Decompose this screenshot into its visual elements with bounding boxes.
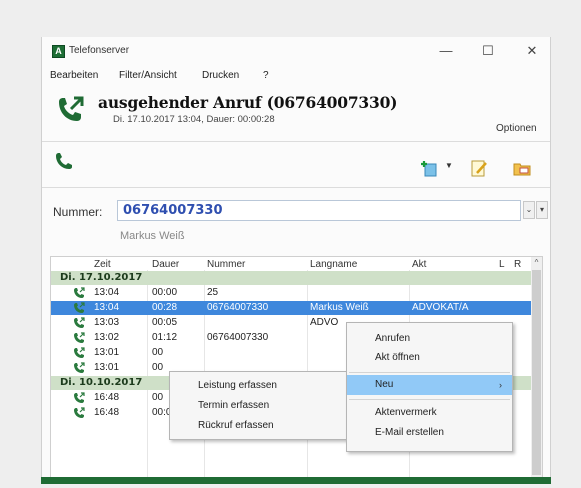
cell-langname: Markus Weiß <box>310 302 369 313</box>
menu-item-neu-label: Neu <box>375 379 394 390</box>
call-direction-icon <box>73 362 85 374</box>
cell-dauer: 00 <box>152 362 164 373</box>
menu-bearbeiten[interactable]: Bearbeiten <box>50 70 98 81</box>
dropdown-arrow-icon[interactable]: ▼ <box>445 161 453 170</box>
new-note-icon[interactable] <box>420 158 440 178</box>
app-logo-icon: A <box>52 45 65 58</box>
cell-dauer: 01:12 <box>152 332 178 343</box>
nummer-label: Nummer: <box>53 205 103 219</box>
cell-zeit: 13:03 <box>94 317 120 328</box>
divider <box>42 141 550 142</box>
column-header-dauer[interactable]: Dauer <box>152 259 179 270</box>
menu-separator <box>349 399 510 400</box>
column-header-zeit[interactable]: Zeit <box>94 259 111 270</box>
context-menu: Anrufen Akt öffnen Neu › Aktenvermerk E-… <box>346 322 513 452</box>
contact-name: Markus Weiß <box>120 230 185 242</box>
table-row-selected[interactable]: 13:04 00:28 06764007330 Markus Weiß ADVOKAT/… <box>51 301 531 315</box>
nummer-input[interactable]: 06764007330 <box>117 200 521 221</box>
divider <box>42 187 550 188</box>
call-subtitle: Di. 17.10.2017 13:04, Dauer: 00:00:28 <box>113 114 275 125</box>
table-row[interactable]: 13:04 00:00 25 <box>51 286 531 300</box>
call-direction-icon <box>73 392 85 404</box>
menu-item-aktenvermerk[interactable]: Aktenvermerk <box>347 403 512 423</box>
cell-zeit: 16:48 <box>94 407 120 418</box>
maximize-button[interactable]: ☐ <box>474 42 502 60</box>
column-header-nummer[interactable]: Nummer <box>207 259 245 270</box>
menu-item-termin-erfassen[interactable]: Termin erfassen <box>170 396 348 416</box>
menu-item-rueckruf-erfassen[interactable]: Rückruf erfassen <box>170 416 348 436</box>
cell-nummer: 25 <box>207 287 219 298</box>
menu-filter-ansicht[interactable]: Filter/Ansicht <box>119 70 177 81</box>
cell-dauer: 00:00 <box>152 287 178 298</box>
cell-dauer: 00 <box>152 392 164 403</box>
column-header-l[interactable]: L <box>499 259 505 270</box>
cell-akt: ADVOKAT/A <box>412 302 469 313</box>
cell-zeit: 13:04 <box>94 287 120 298</box>
cell-zeit: 13:01 <box>94 347 120 358</box>
column-header-langname[interactable]: Langname <box>310 259 357 270</box>
menu-item-neu[interactable]: Neu › <box>347 375 512 395</box>
window-title: Telefonserver <box>69 45 130 56</box>
menu-item-leistung-erfassen[interactable]: Leistung erfassen <box>170 376 348 396</box>
cell-dauer: 00:28 <box>152 302 178 313</box>
menu-item-email-erstellen[interactable]: E-Mail erstellen <box>347 423 512 443</box>
call-direction-icon <box>73 332 85 344</box>
column-header-r[interactable]: R <box>514 259 521 270</box>
bottom-accent-bar <box>41 477 551 484</box>
minimize-button[interactable]: — <box>432 42 460 60</box>
options-link[interactable]: Optionen <box>496 123 537 134</box>
nummer-menu-button[interactable]: ▾ <box>536 201 548 219</box>
phone-icon[interactable] <box>53 150 75 172</box>
column-header-akt[interactable]: Akt <box>412 259 426 270</box>
cell-dauer: 00 <box>152 347 164 358</box>
cell-dauer: 00:05 <box>152 317 178 328</box>
cell-langname: ADVO <box>310 317 339 328</box>
menu-item-anrufen[interactable]: Anrufen <box>347 329 512 349</box>
cell-zeit: 16:48 <box>94 392 120 403</box>
call-direction-icon <box>73 407 85 419</box>
cell-zeit: 13:04 <box>94 302 120 313</box>
menu-drucken[interactable]: Drucken <box>202 70 239 81</box>
telefonserver-window: A Telefonserver — ☐ ✕ Bearbeiten Filter/… <box>41 37 551 484</box>
close-button[interactable]: ✕ <box>518 42 546 60</box>
submenu-neu: Leistung erfassen Termin erfassen Rückru… <box>169 371 349 440</box>
edit-document-icon[interactable] <box>469 158 489 178</box>
call-title: ausgehender Anruf (06764007330) <box>98 93 398 112</box>
outgoing-call-icon <box>59 96 84 121</box>
chevron-right-icon: › <box>499 380 502 390</box>
group-date-label: Di. 17.10.2017 <box>60 272 143 283</box>
menu-item-akt-oeffnen[interactable]: Akt öffnen <box>347 348 512 368</box>
cell-zeit: 13:01 <box>94 362 120 373</box>
call-direction-icon <box>73 347 85 359</box>
nummer-dropdown-button[interactable]: ⌄ <box>523 201 535 219</box>
call-direction-icon <box>73 317 85 329</box>
folder-mail-icon[interactable] <box>512 158 532 178</box>
menu-help[interactable]: ? <box>263 70 269 81</box>
scroll-up-arrow-icon[interactable]: ^ <box>531 257 542 269</box>
menu-separator <box>349 372 510 373</box>
cell-nummer: 06764007330 <box>207 332 269 343</box>
scrollbar-thumb[interactable] <box>532 270 541 475</box>
call-direction-icon <box>73 302 85 314</box>
call-direction-icon <box>73 287 85 299</box>
cell-nummer: 06764007330 <box>207 302 269 313</box>
group-date-label: Di. 10.10.2017 <box>60 377 143 388</box>
cell-zeit: 13:02 <box>94 332 120 343</box>
